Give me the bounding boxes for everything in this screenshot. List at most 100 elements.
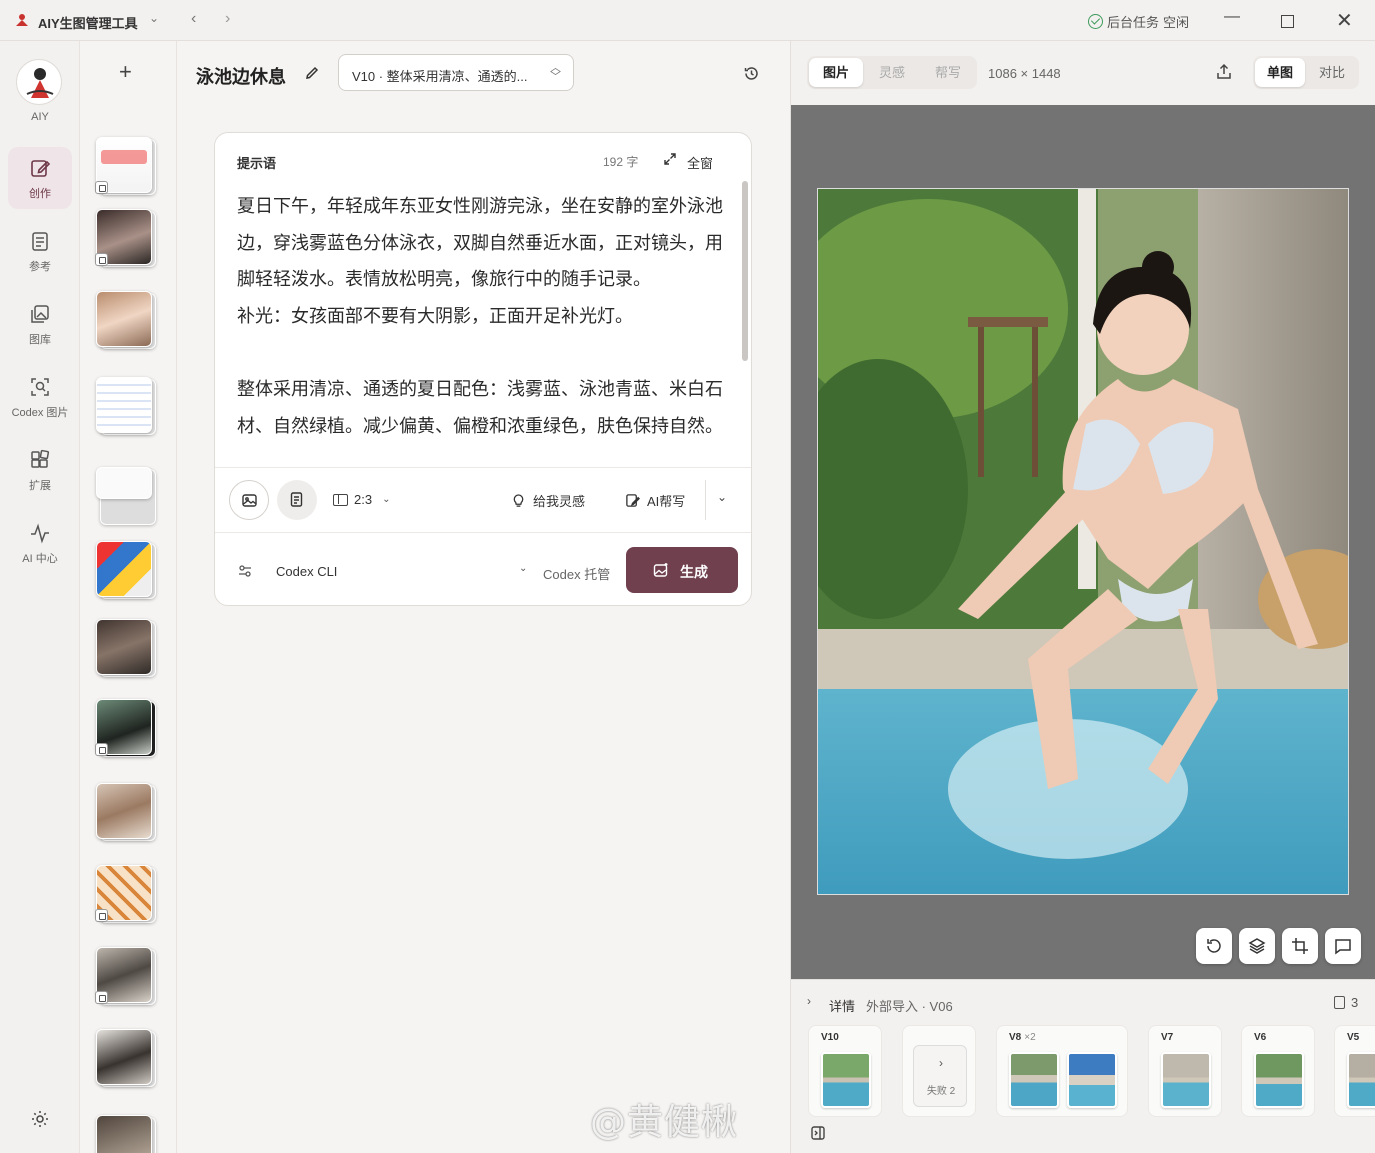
version-card-v6[interactable]: V6 (1241, 1025, 1315, 1117)
comment-button[interactable] (1325, 928, 1361, 964)
ai-write-button[interactable]: AI帮写 (625, 491, 685, 510)
generation-bar: Codex CLI ⌄ Codex 托管 生成 (215, 532, 751, 605)
chevron-down-icon[interactable]: ⌄ (519, 563, 527, 574)
version-card-v10[interactable]: V10 (808, 1025, 882, 1117)
share-icon[interactable] (1215, 63, 1233, 81)
document-badge-icon (95, 253, 108, 266)
project-thumb[interactable] (95, 209, 156, 269)
project-thumb[interactable] (95, 137, 156, 197)
generated-image[interactable] (817, 188, 1349, 895)
rail-item-ai-center[interactable]: AI 中心 (8, 512, 72, 574)
tab-image[interactable]: 图片 (809, 58, 863, 87)
version-thumbnail[interactable] (1067, 1052, 1117, 1108)
project-thumb[interactable] (96, 291, 156, 351)
aspect-ratio-icon (333, 493, 348, 506)
version-thumbnail[interactable] (1347, 1052, 1375, 1108)
failed-versions-card[interactable]: › 失败 2 (902, 1025, 976, 1117)
project-thumb[interactable] (96, 1029, 156, 1089)
sidebar-toggle-icon[interactable] (810, 1125, 826, 1141)
inspiration-button[interactable]: 给我灵感 (511, 491, 585, 510)
version-select[interactable]: V10 · 整体采用清凉、通透的... ︿ ﹀ (338, 54, 574, 91)
prompt-scrollbar[interactable] (742, 181, 748, 361)
rail-item-create[interactable]: 创作 (8, 147, 72, 209)
sliders-icon[interactable] (237, 563, 253, 579)
editor-panel: 泳池边休息 V10 · 整体采用清凉、通透的... ︿ ﹀ 提示语 192 字 全… (178, 41, 789, 1153)
project-list: + (81, 41, 177, 1153)
document-icon (32, 232, 48, 251)
crop-button[interactable] (1282, 928, 1318, 964)
mode-compare[interactable]: 对比 (1307, 56, 1357, 89)
project-thumb[interactable] (96, 1115, 156, 1153)
project-thumb[interactable] (95, 699, 156, 759)
version-thumbnail[interactable] (1254, 1052, 1304, 1108)
version-card-v8[interactable]: V8 ×2 (996, 1025, 1128, 1117)
image-stage (791, 105, 1375, 979)
prompt-textarea[interactable]: 夏日下午，年轻成年东亚女性刚游完泳，坐在安静的室外泳池边，穿浅雾蓝色分体泳衣，双… (237, 189, 727, 467)
generate-label: 生成 (680, 564, 708, 580)
view-mode-toggle: 单图 对比 (1253, 56, 1359, 89)
history-icon[interactable] (743, 65, 760, 82)
project-thumb[interactable] (96, 541, 156, 601)
project-thumb[interactable] (95, 865, 156, 925)
activity-icon (31, 523, 49, 544)
version-card-v7[interactable]: V7 (1148, 1025, 1222, 1117)
chevron-down-icon[interactable]: ⌄ (149, 11, 159, 25)
fullscreen-button[interactable]: 全窗 (687, 153, 713, 172)
close-icon[interactable]: ✕ (1336, 8, 1353, 33)
chevron-right-icon[interactable]: › (807, 994, 811, 1008)
minimize-icon[interactable]: — (1224, 8, 1240, 26)
version-label: V8 ×2 (1009, 1032, 1036, 1043)
rail-item-label: 创作 (29, 188, 51, 200)
comment-icon (1335, 939, 1351, 955)
ai-write-label: AI帮写 (647, 494, 686, 509)
image-upload-button[interactable] (229, 480, 269, 520)
tab-write[interactable]: 帮写 (921, 56, 975, 89)
rail-item-label: 扩展 (29, 480, 51, 492)
generate-button[interactable]: 生成 (626, 547, 738, 593)
aspect-ratio-select[interactable]: 2:3 ⌄ (333, 492, 390, 507)
maximize-icon[interactable] (1281, 15, 1294, 28)
version-thumbnail[interactable] (821, 1052, 871, 1108)
document-button[interactable] (277, 480, 317, 520)
rail-item-codex-images[interactable]: Codex 图片 (8, 366, 72, 428)
version-thumbnail[interactable] (1161, 1052, 1211, 1108)
rail-item-extensions[interactable]: 扩展 (8, 439, 72, 501)
mode-single[interactable]: 单图 (1255, 58, 1305, 87)
crop-icon (1292, 938, 1308, 954)
nav-rail: AIY 创作 参考 图库 Codex 图片 扩展 AI 中心 (0, 41, 80, 1153)
chevron-down-icon[interactable]: ⌄ (717, 490, 727, 504)
background-task-status[interactable]: 后台任务 空闲 (1088, 12, 1189, 31)
extensions-icon (31, 449, 50, 468)
edit-document-icon (626, 494, 640, 507)
project-thumb[interactable] (96, 783, 156, 843)
rail-item-label: AI 中心 (22, 553, 58, 565)
tab-inspiration[interactable]: 灵感 (865, 56, 919, 89)
gear-icon[interactable] (30, 1109, 50, 1129)
rail-item-reference[interactable]: 参考 (8, 220, 72, 282)
add-project-icon[interactable]: + (119, 59, 132, 85)
version-label: V10 (821, 1032, 839, 1043)
prompt-card: 提示语 192 字 全窗 夏日下午，年轻成年东亚女性刚游完泳，坐在安静的室外泳池… (214, 132, 752, 606)
failed-count: 失败 2 (926, 1086, 956, 1097)
layers-icon (1248, 938, 1266, 954)
back-arrow-icon[interactable]: ‹ (191, 10, 196, 28)
version-strip: V10 › 失败 2 V8 ×2 V7 V6 V5 (791, 1025, 1375, 1153)
expand-icon[interactable] (663, 152, 677, 166)
gallery-icon (31, 305, 49, 323)
layers-button[interactable] (1239, 928, 1275, 964)
project-thumb[interactable] (95, 947, 156, 1007)
project-thumb[interactable] (96, 619, 156, 679)
rotate-button[interactable] (1196, 928, 1232, 964)
rail-item-gallery[interactable]: 图库 (8, 293, 72, 355)
version-card-v5[interactable]: V5 (1334, 1025, 1375, 1117)
aiy-logo[interactable] (16, 59, 62, 105)
version-thumbnail[interactable] (1009, 1052, 1059, 1108)
document-badge-icon (95, 743, 108, 756)
engine-select[interactable]: Codex CLI (276, 564, 337, 579)
project-thumb[interactable] (96, 377, 156, 437)
forward-arrow-icon[interactable]: › (225, 10, 230, 28)
details-bar[interactable]: › 详情 外部导入 · V06 3 (791, 979, 1375, 1025)
project-thumb[interactable] (96, 467, 156, 527)
title-bar: AIY生图管理工具 ⌄ ‹ › 后台任务 空闲 — ✕ (0, 0, 1375, 41)
pencil-icon[interactable] (304, 65, 320, 81)
